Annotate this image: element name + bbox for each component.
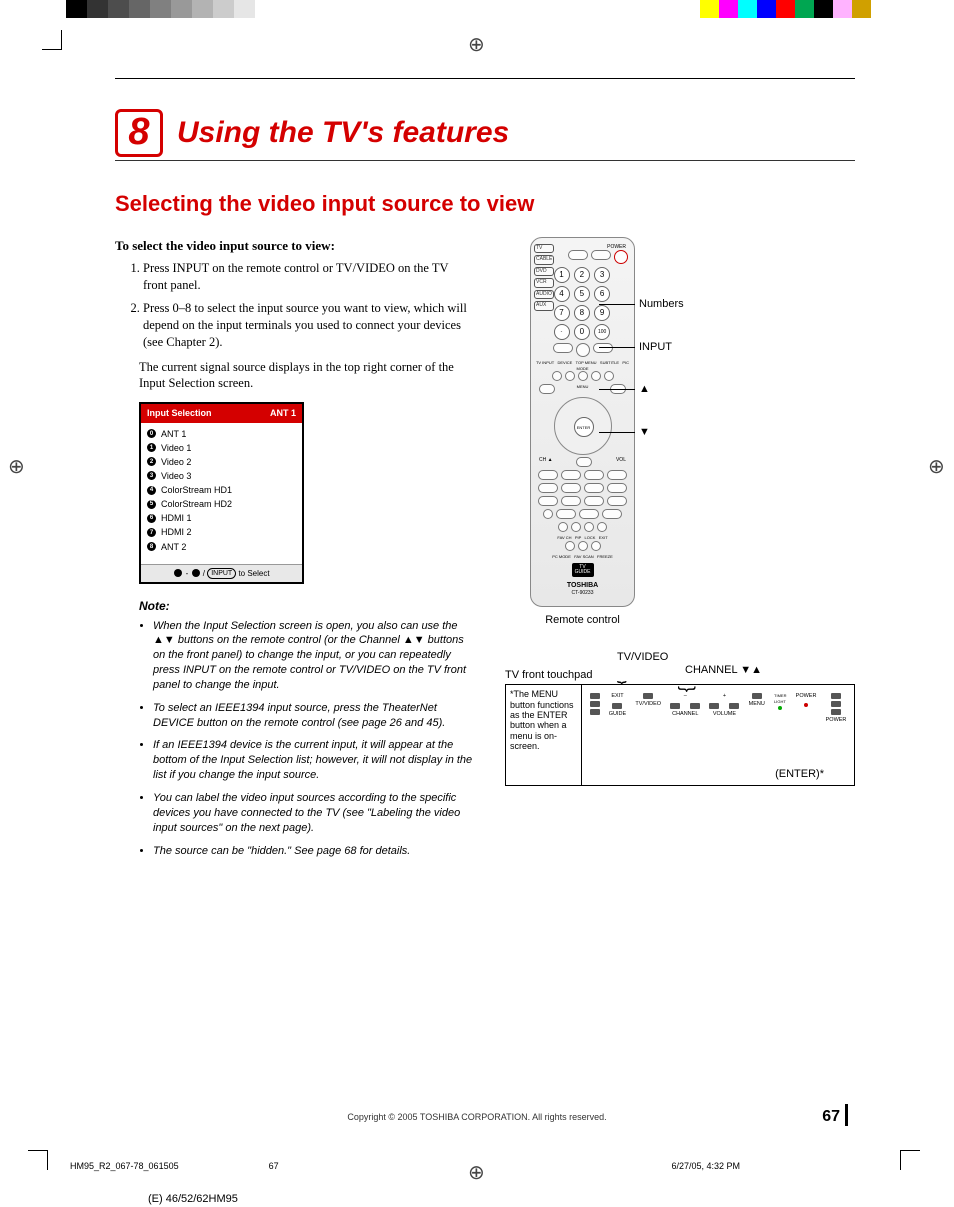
registration-mark-top: ⊕ [468, 32, 485, 59]
printer-colorbar-color [700, 0, 890, 18]
input-selection-item: 3Video 3 [147, 469, 296, 483]
chapter-heading: 8 Using the TV's features [115, 109, 855, 161]
fp-touchpad-label: TV front touchpad [505, 668, 855, 683]
page-number: 67 [822, 1106, 840, 1128]
crop-mark [42, 30, 62, 50]
note-item: To select an IEEE1394 input source, pres… [153, 701, 475, 731]
remote-caption: Remote control [530, 613, 635, 628]
remote-control-illustration: TVCABLEDVDVCRAUDIOAUX POWER 123 456 789 … [530, 237, 635, 607]
model-line: (E) 46/52/62HM95 [148, 1192, 238, 1207]
input-selection-item: 7HDMI 2 [147, 525, 296, 539]
page-number-bar [845, 1104, 848, 1126]
fp-enter-note: (ENTER)* [775, 767, 824, 782]
print-slug: HM95_R2_067-78_061505 67 6/27/05, 4:32 P… [70, 1160, 890, 1172]
paragraph: The current signal source displays in th… [139, 359, 475, 393]
input-selection-item: 4ColorStream HD1 [147, 483, 296, 497]
step-1: Press INPUT on the remote control or TV/… [143, 260, 475, 294]
input-selection-item: 1Video 1 [147, 441, 296, 455]
callout-down: ▼ [639, 425, 684, 440]
chapter-title: Using the TV's features [177, 113, 509, 154]
section-title: Selecting the video input source to view [115, 189, 855, 219]
input-selection-screenshot: Input Selection ANT 1 0ANT 11Video 12Vid… [139, 402, 304, 584]
input-selection-title: Input Selection [147, 407, 212, 419]
input-selection-item: 2Video 2 [147, 455, 296, 469]
fp-side-note: *The MENU button functions as the ENTER … [506, 685, 582, 785]
note-item: If an IEEE1394 device is the current inp… [153, 738, 475, 783]
top-rule [115, 78, 855, 79]
note-item: When the Input Selection screen is open,… [153, 619, 475, 693]
note-item: The source can be "hidden." See page 68 … [153, 844, 475, 859]
note-item: You can label the video input sources ac… [153, 791, 475, 836]
input-selection-item: 6HDMI 1 [147, 511, 296, 525]
input-selection-item: 0ANT 1 [147, 427, 296, 441]
registration-mark-left: ⊕ [8, 454, 25, 481]
crop-mark [900, 1150, 920, 1170]
input-selection-current: ANT 1 [270, 407, 296, 419]
input-selection-footer: - / INPUT to Select [141, 564, 302, 583]
callout-input: INPUT [639, 340, 684, 355]
chapter-number: 8 [128, 107, 149, 158]
copyright: Copyright © 2005 TOSHIBA CORPORATION. Al… [0, 1111, 954, 1123]
input-selection-item: 5ColorStream HD2 [147, 497, 296, 511]
callout-numbers: Numbers [639, 297, 684, 312]
input-selection-item: 8ANT 2 [147, 540, 296, 554]
note-heading: Note: [139, 598, 475, 614]
intro-text: To select the video input source to view… [115, 237, 475, 255]
registration-mark-right: ⊕ [928, 454, 945, 481]
fp-tvvideo-label: TV/VIDEO⏟ [617, 650, 668, 686]
crop-mark [28, 1150, 48, 1170]
step-2: Press 0–8 to select the input source you… [143, 300, 475, 351]
callout-up: ▲ [639, 382, 684, 397]
front-panel-illustration: TV/VIDEO⏟ CHANNEL ▼▲} TV front touchpad … [505, 668, 855, 787]
printer-colorbar-gray [66, 0, 276, 18]
